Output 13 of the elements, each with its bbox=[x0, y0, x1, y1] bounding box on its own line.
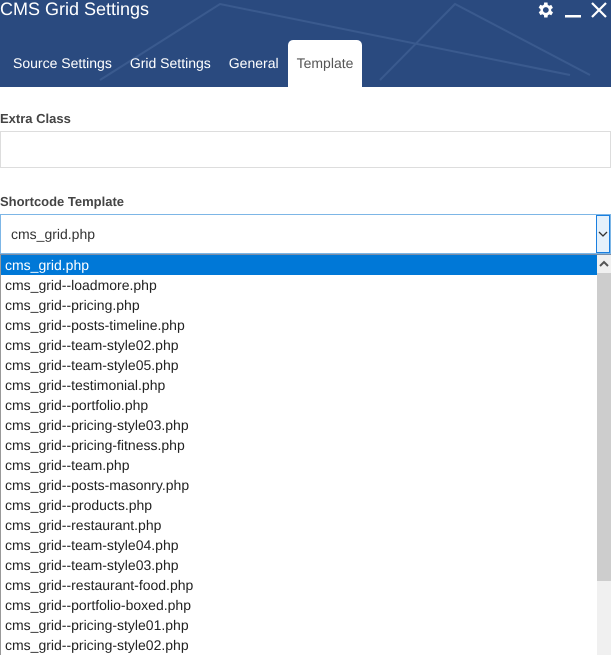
dropdown-option[interactable]: cms_grid.php bbox=[1, 255, 597, 275]
input-field[interactable] bbox=[0, 131, 611, 168]
scrollbar[interactable] bbox=[597, 255, 611, 655]
tab[interactable]: Grid Settings bbox=[120, 40, 220, 87]
field-label: Shortcode Template bbox=[0, 194, 126, 211]
select-field[interactable]: cms_grid.php bbox=[0, 214, 611, 254]
field-label: Extra Class bbox=[0, 111, 72, 128]
close-icon[interactable] bbox=[591, 2, 607, 18]
tab[interactable]: Source Settings bbox=[4, 40, 121, 87]
tab[interactable]: General bbox=[220, 40, 288, 87]
window-title: CMS Grid Settings bbox=[0, 0, 150, 21]
tab[interactable]: Template bbox=[288, 40, 362, 87]
caret-icon[interactable] bbox=[596, 215, 610, 253]
